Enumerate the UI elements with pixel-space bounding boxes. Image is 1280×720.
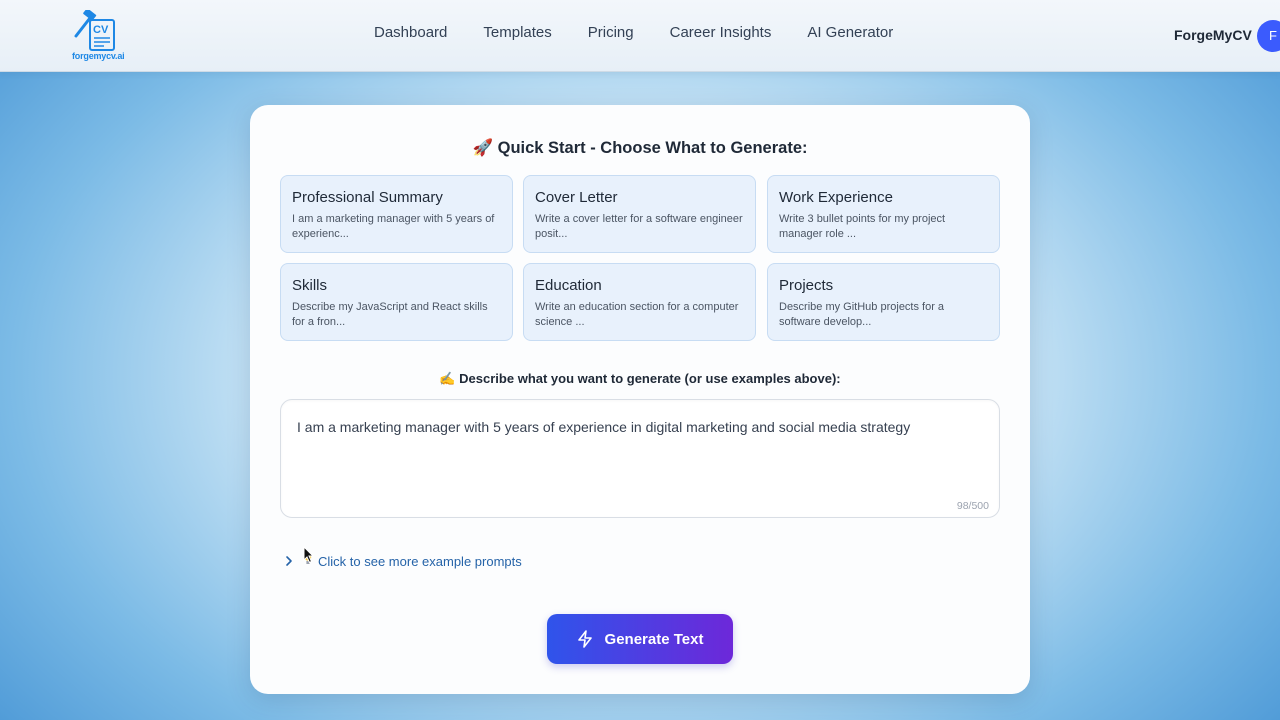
avatar[interactable]: F [1257, 20, 1280, 52]
tile-desc: Write 3 bullet points for my project man… [779, 213, 946, 240]
generate-text-button[interactable]: Generate Text [547, 614, 733, 664]
ai-generator-card: 🚀 Quick Start - Choose What to Generate:… [250, 105, 1030, 694]
tile-title: Skills [292, 277, 328, 294]
describe-label: ✍️ Describe what you want to generate (o… [439, 371, 841, 386]
tile-desc: Describe my JavaScript and React skills … [292, 301, 488, 328]
main-nav: Dashboard Templates Pricing Career Insig… [374, 24, 929, 41]
tile-desc: I am a marketing manager with 5 years of… [292, 213, 495, 240]
nav-dashboard[interactable]: Dashboard [374, 24, 447, 41]
example-prompts-label: Click to see more example prompts [318, 553, 522, 569]
tile-work-experience[interactable]: Work Experience Write 3 bullet points fo… [767, 175, 1000, 253]
nav-templates[interactable]: Templates [483, 24, 551, 41]
example-prompts-toggle[interactable]: Click to see more example prompts [282, 553, 522, 569]
tile-title: Professional Summary [292, 189, 443, 206]
tile-projects[interactable]: Projects Describe my GitHub projects for… [767, 263, 1000, 341]
brand-logo[interactable]: CV forgemycv.ai [70, 10, 130, 62]
cv-hammer-logo-icon: CV [74, 10, 115, 51]
tile-desc: Write a cover letter for a software engi… [535, 213, 743, 240]
tile-desc: Describe my GitHub projects for a softwa… [779, 301, 945, 328]
prompt-value[interactable]: I am a marketing manager with 5 years of… [297, 419, 910, 435]
prompt-textarea[interactable]: I am a marketing manager with 5 years of… [280, 399, 1000, 518]
tile-title: Education [535, 277, 602, 294]
tile-title: Work Experience [779, 189, 893, 206]
generate-text-label: Generate Text [604, 630, 704, 648]
tile-skills[interactable]: Skills Describe my JavaScript and React … [280, 263, 513, 341]
lightning-icon [577, 630, 592, 648]
brand-logo-text: forgemycv.ai [72, 51, 125, 61]
svg-text:CV: CV [93, 24, 109, 36]
nav-ai-generator[interactable]: AI Generator [807, 24, 893, 41]
tile-cover-letter[interactable]: Cover Letter Write a cover letter for a … [523, 175, 756, 253]
nav-pricing[interactable]: Pricing [588, 24, 634, 41]
char-count: 98/500 [956, 500, 989, 512]
user-name[interactable]: ForgeMyCV [1174, 27, 1252, 43]
top-navbar: CV forgemycv.ai Dashboard Templates Pric… [0, 0, 1280, 72]
tile-desc: Write an education section for a compute… [535, 301, 739, 328]
mouse-cursor-icon [303, 546, 315, 564]
tile-title: Projects [779, 277, 834, 294]
quick-start-title: 🚀 Quick Start - Choose What to Generate: [472, 139, 808, 157]
tile-title: Cover Letter [535, 189, 618, 206]
tile-professional-summary[interactable]: Professional Summary I am a marketing ma… [280, 175, 513, 253]
chevron-right-icon [286, 556, 292, 566]
nav-career-insights[interactable]: Career Insights [670, 24, 772, 41]
tile-education[interactable]: Education Write an education section for… [523, 263, 756, 341]
